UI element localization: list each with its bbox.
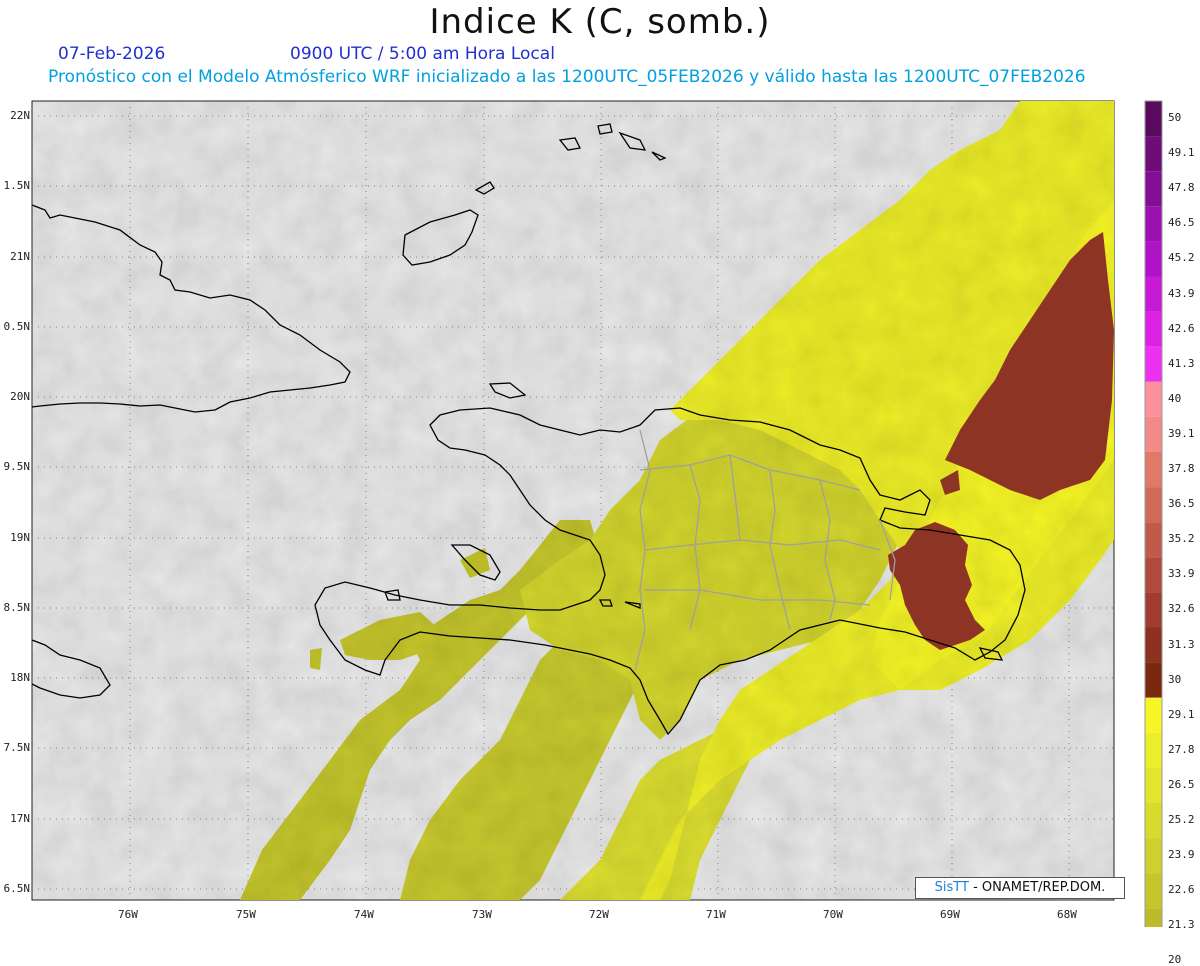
colorbar-label: 35.2 [1168,532,1195,546]
colorbar-label: 41.3 [1168,356,1195,370]
colorbar-swatch [1145,873,1162,909]
lat-label: 8.5N [3,601,31,614]
colorbar-swatch [1145,908,1162,927]
colorbar-label: 43.9 [1168,286,1195,300]
colorbar-swatch [1145,732,1162,768]
colorbar-swatch [1145,592,1162,628]
lat-label: 9.5N [3,460,31,473]
colorbar-label: 33.9 [1168,567,1195,581]
lat-label: 20N [10,390,30,403]
lat-label: 18N [10,671,30,684]
colorbar-swatch [1145,416,1162,452]
colorbar-label: 50 [1168,111,1182,124]
colorbar-swatch [1145,311,1162,347]
colorbar-label: 27.8 [1168,742,1195,756]
colorbar-swatch [1145,487,1162,523]
colorbar-label: 42.6 [1168,321,1195,335]
lat-label: 1.5N [3,179,31,192]
colorbar-swatch [1145,241,1162,277]
lon-label: 73W [472,908,492,921]
colorbar-swatch [1145,381,1162,417]
lat-label: 22N [10,109,30,122]
credit-text: - ONAMET/REP.DOM. [968,880,1106,895]
lon-label: 68W [1057,908,1077,921]
colorbar-label: 36.5 [1168,497,1195,511]
colorbar-swatch [1145,171,1162,207]
colorbar-swatch [1145,522,1162,558]
colorbar-label: 29.1 [1168,707,1195,721]
colorbar-label: 23.9 [1168,848,1195,862]
lon-label: 69W [940,908,960,921]
lat-label: 6.5N [3,882,31,895]
colorbar-swatch [1145,767,1162,803]
lat-label: 19N [10,531,30,544]
colorbar-swatch [1145,101,1162,137]
colorbar-label: 21.3 [1168,918,1195,932]
colorbar-label: 25.2 [1168,813,1195,826]
colorbar-swatch [1145,452,1162,488]
colorbar-swatch [1145,627,1162,663]
lat-label: 0.5N [3,320,31,333]
credit-brand: SisTT [934,880,969,895]
colorbar-swatch [1145,803,1162,839]
lat-label: 17N [10,812,30,825]
colorbar-swatch [1145,276,1162,312]
lon-label: 70W [823,908,843,921]
colorbar-swatch [1145,136,1162,172]
lat-label: 7.5N [3,741,31,754]
colorbar-label: 32.6 [1168,602,1195,616]
colorbar-label: 20 [1168,953,1182,966]
colorbar-swatch [1145,346,1162,382]
colorbar-label: 26.5 [1168,777,1195,791]
colorbar-label: 22.6 [1168,883,1195,897]
lon-label: 75W [236,908,256,921]
colorbar-label: 31.3 [1168,637,1195,651]
colorbar-label: 40 [1168,391,1182,405]
colorbar-label: 45.2 [1168,251,1195,265]
lon-label: 74W [354,908,374,921]
forecast-map [31,100,1163,927]
colorbar-label: 47.8 [1168,181,1195,195]
k-index-field [32,101,1114,900]
lon-label: 71W [706,908,726,921]
credit-box: SisTT - ONAMET/REP.DOM. [915,877,1125,899]
colorbar [1144,100,1163,927]
colorbar-swatch [1145,697,1162,733]
colorbar-label: 30 [1168,672,1182,686]
lon-label: 76W [118,908,138,921]
colorbar-swatch [1145,838,1162,874]
lat-label: 21N [10,250,30,263]
colorbar-swatch [1145,206,1162,242]
colorbar-swatch [1145,662,1162,698]
colorbar-label: 37.8 [1168,462,1195,475]
colorbar-label: 46.5 [1168,216,1195,230]
colorbar-swatch [1145,557,1162,593]
colorbar-label: 39.1 [1168,426,1195,440]
lon-label: 72W [589,908,609,921]
colorbar-label: 49.1 [1168,146,1195,160]
